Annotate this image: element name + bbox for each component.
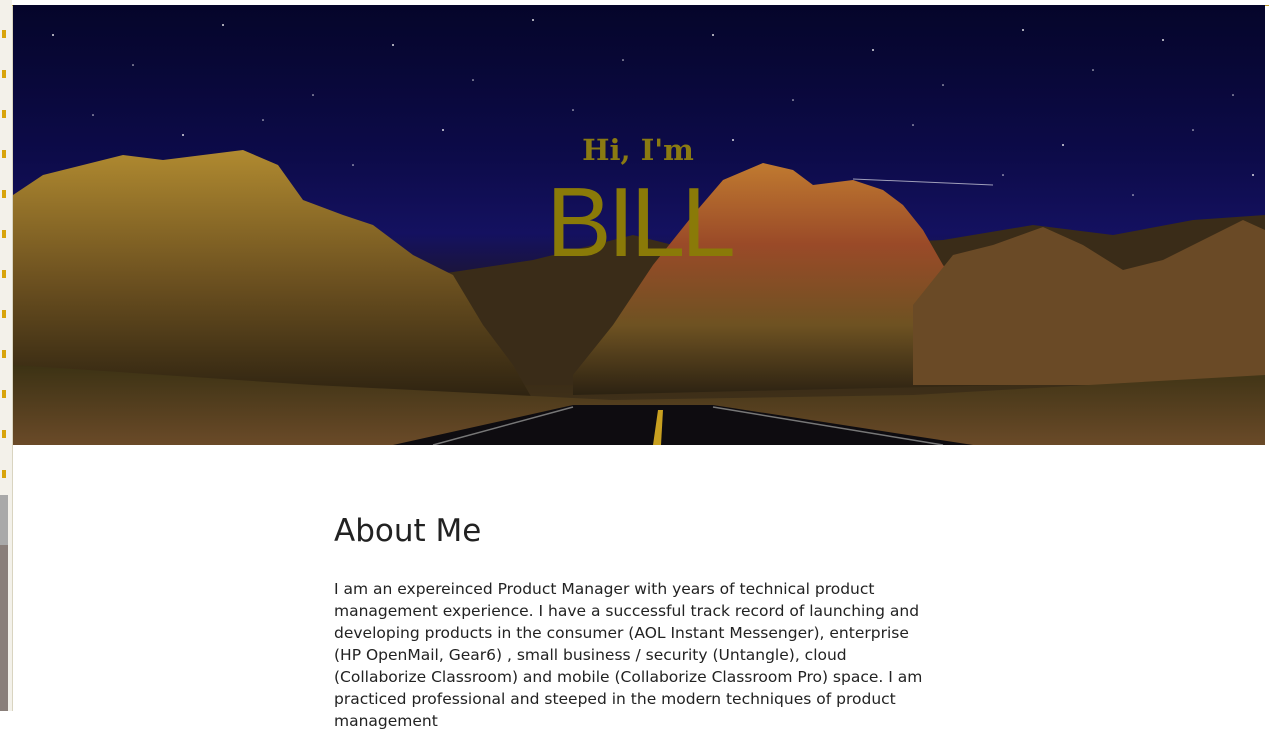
edge-marker <box>2 230 6 238</box>
edge-marker <box>2 270 6 278</box>
about-heading: About Me <box>334 513 482 549</box>
edge-marker <box>2 150 6 158</box>
edge-marker <box>2 470 6 478</box>
edge-marker <box>2 390 6 398</box>
edge-marker <box>2 430 6 438</box>
about-body: I am an expereinced Product Manager with… <box>334 580 923 730</box>
background-window <box>0 545 8 711</box>
edge-marker <box>2 350 6 358</box>
hero-banner: Hi, I'm BILL <box>13 5 1265 445</box>
window-edge-strip <box>0 0 13 711</box>
edge-marker <box>2 190 6 198</box>
hero-name: BILL <box>546 167 736 277</box>
hero-greeting: Hi, I'm <box>582 133 694 167</box>
edge-marker <box>2 70 6 78</box>
edge-marker <box>2 310 6 318</box>
about-section: About Me I am an expereinced Product Man… <box>334 505 924 732</box>
edge-marker <box>2 30 6 38</box>
edge-marker <box>2 110 6 118</box>
